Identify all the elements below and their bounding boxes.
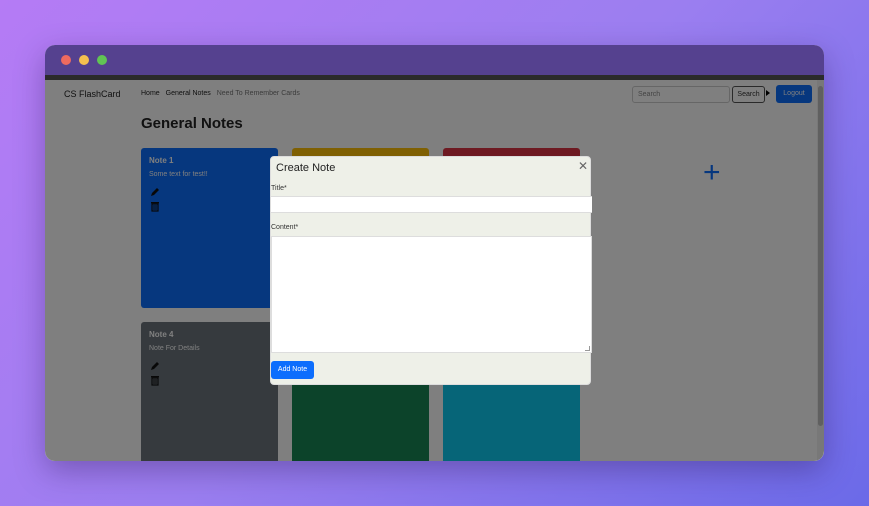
close-window-button[interactable]	[61, 55, 71, 65]
maximize-window-button[interactable]	[97, 55, 107, 65]
content-label: Content*	[271, 224, 299, 231]
modal-title: Create Note	[276, 162, 336, 174]
page-content: CS FlashCard Home General Notes Need To …	[45, 80, 824, 461]
window-titlebar	[45, 45, 824, 75]
browser-window: CS FlashCard Home General Notes Need To …	[45, 45, 824, 461]
title-input[interactable]	[271, 196, 592, 213]
close-icon[interactable]: ✕	[578, 159, 588, 173]
minimize-window-button[interactable]	[79, 55, 89, 65]
title-label: Title*	[271, 185, 287, 192]
resize-handle-icon[interactable]	[585, 346, 590, 351]
add-note-button[interactable]: Add Note	[271, 361, 314, 379]
content-textarea[interactable]	[271, 236, 592, 353]
create-note-modal: Create Note ✕ Title* Content* Add Note	[270, 156, 592, 385]
